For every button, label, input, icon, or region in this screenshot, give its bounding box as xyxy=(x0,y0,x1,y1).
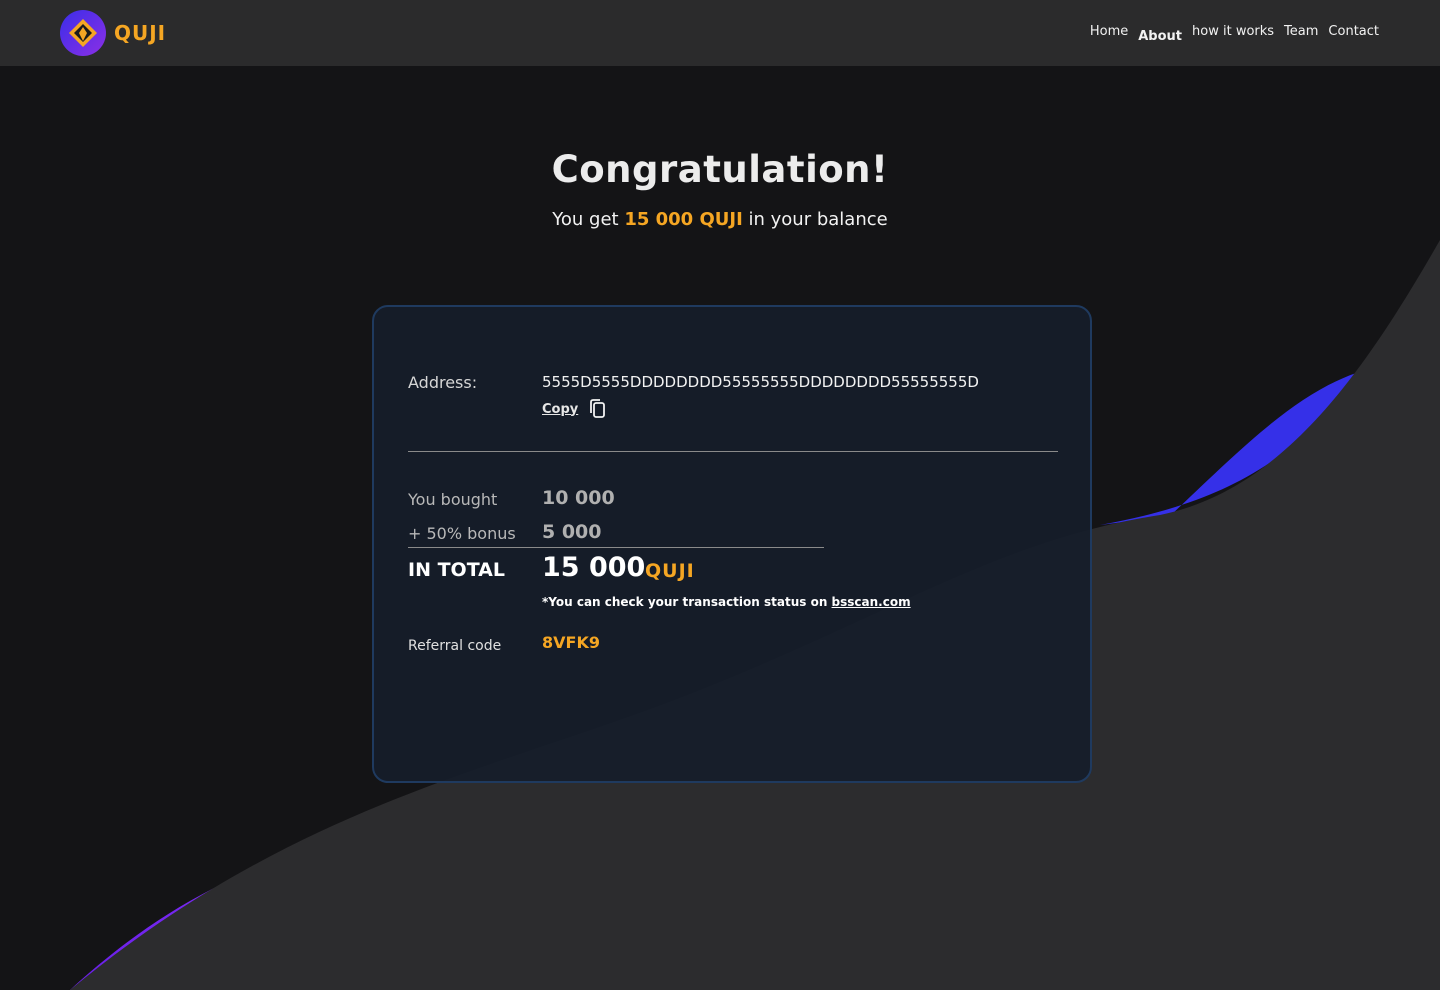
copy-label: Copy xyxy=(542,401,579,417)
address-value: 5555D5555DDDDDDDD55555555DDDDDDDD5555555… xyxy=(542,373,979,391)
address-label: Address: xyxy=(408,373,478,392)
referral-label: Referral code xyxy=(408,638,502,654)
total-divider xyxy=(408,547,824,548)
total-label: IN TOTAL xyxy=(408,559,505,581)
top-header: QUJI Home About how it works Team Contac… xyxy=(0,0,1440,66)
balance-amount: 15 000 QUJI xyxy=(624,209,743,230)
bonus-value: 5 000 xyxy=(542,521,602,543)
copy-icon xyxy=(590,399,606,418)
logo-text: QUJI xyxy=(114,21,167,45)
total-unit: QUJI xyxy=(645,560,695,582)
nav-home[interactable]: Home xyxy=(1090,24,1128,39)
total-value: 15 000 xyxy=(542,552,646,583)
nav-how-it-works[interactable]: how it works xyxy=(1192,24,1274,39)
logo-diamond-icon xyxy=(60,10,106,56)
bought-value: 10 000 xyxy=(542,487,615,509)
logo[interactable]: QUJI xyxy=(60,10,166,56)
transaction-note: *You can check your transaction status o… xyxy=(542,595,911,609)
bought-label: You bought xyxy=(408,490,498,509)
nav-about[interactable]: About xyxy=(1138,29,1182,44)
nav-contact[interactable]: Contact xyxy=(1328,24,1379,39)
hero-section: Congratulation! You get 15 000 QUJI in y… xyxy=(0,148,1440,230)
balance-message-suffix: in your balance xyxy=(742,209,888,230)
main-nav: Home About how it works Team Contact xyxy=(1080,24,1379,44)
purchase-summary-card: Address: 5555D5555DDDDDDDD55555555DDDDDD… xyxy=(372,305,1092,783)
referral-code: 8VFK9 xyxy=(542,633,600,652)
copy-address-button[interactable]: Copy xyxy=(542,398,608,420)
divider xyxy=(408,451,1058,452)
bonus-label: + 50% bonus xyxy=(408,524,516,543)
balance-message: You get 15 000 QUJI in your balance xyxy=(0,209,1440,230)
bsscan-link[interactable]: bsscan.com xyxy=(832,595,911,609)
nav-team[interactable]: Team xyxy=(1284,24,1318,39)
balance-message-prefix: You get xyxy=(552,209,625,230)
transaction-note-text: *You can check your transaction status o… xyxy=(542,595,832,609)
page-title: Congratulation! xyxy=(551,148,889,191)
